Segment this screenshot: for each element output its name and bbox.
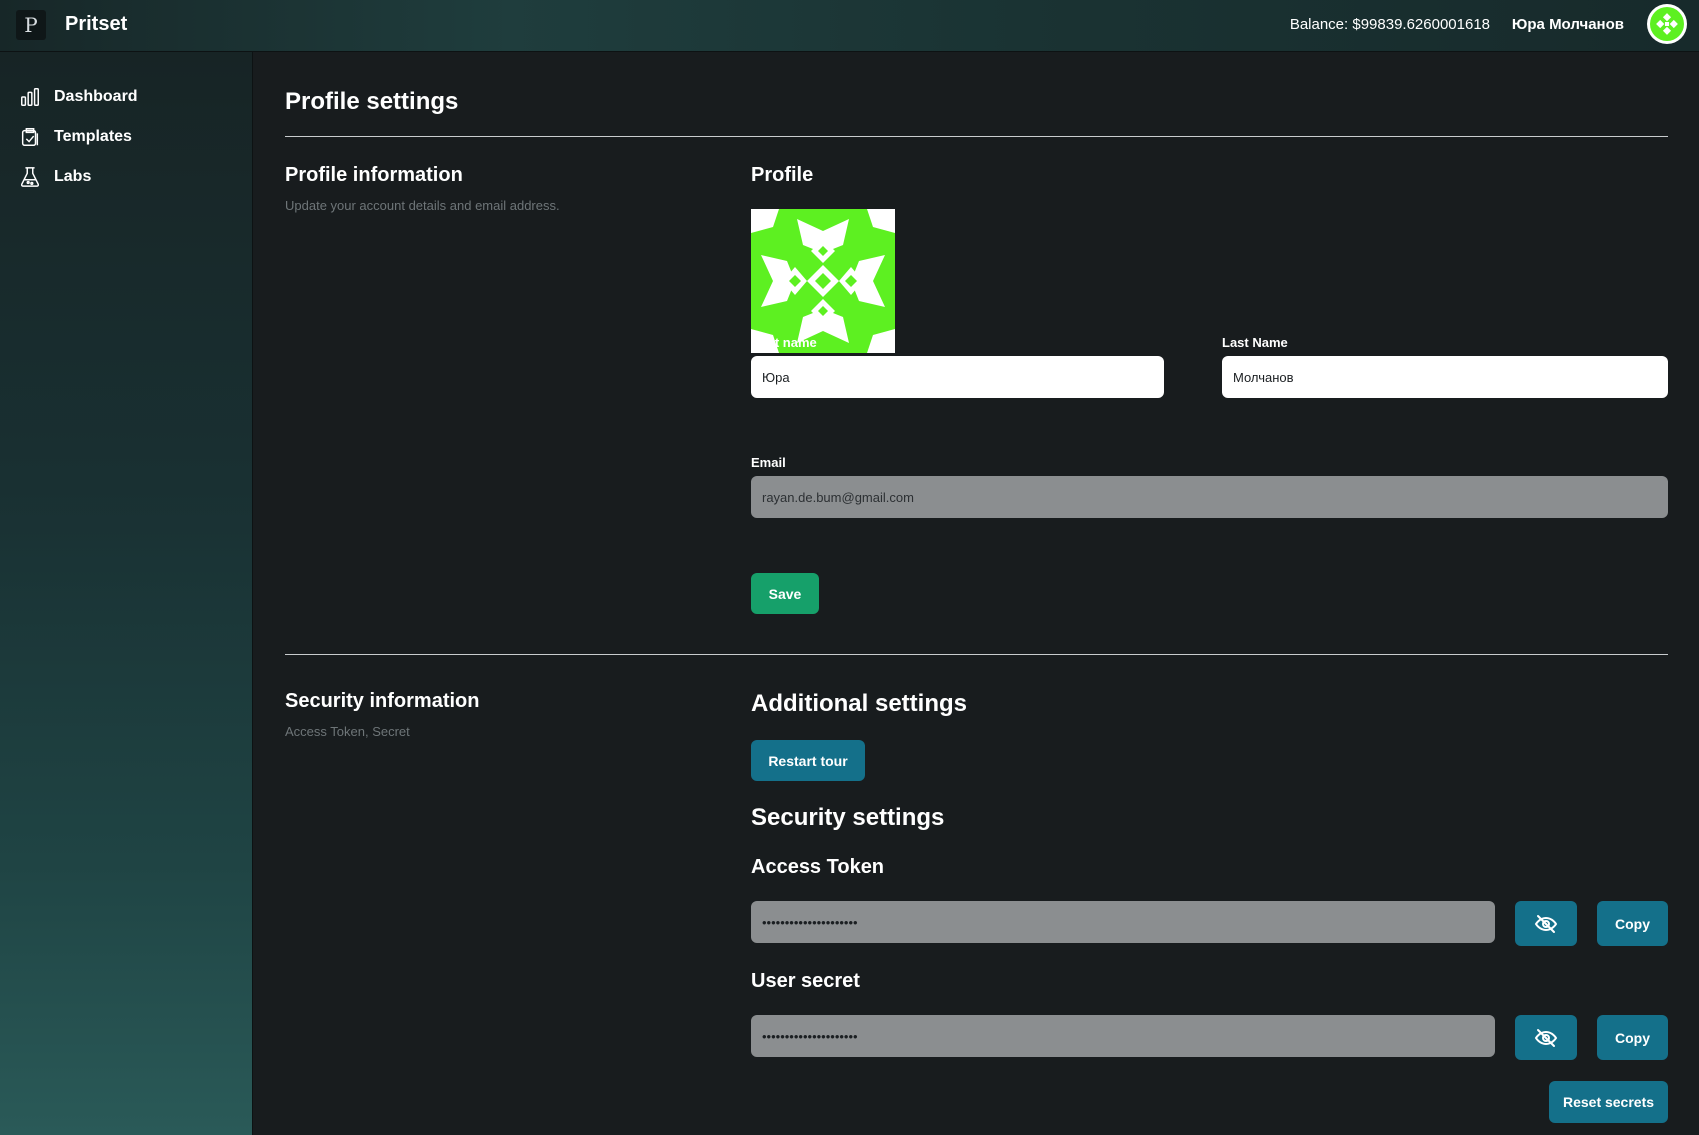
divider bbox=[285, 654, 1668, 655]
first-name-input[interactable] bbox=[751, 356, 1164, 398]
first-name-label: First name bbox=[751, 335, 817, 350]
main-content: Profile settings Profile information Upd… bbox=[253, 52, 1699, 1135]
security-section-subtitle: Access Token, Secret bbox=[285, 724, 410, 739]
sidebar-item-label: Labs bbox=[54, 168, 92, 185]
balance-display: Balance: $99839.6260001618 bbox=[1289, 16, 1490, 33]
additional-settings-heading: Additional settings bbox=[751, 690, 967, 717]
profile-heading: Profile bbox=[751, 164, 814, 186]
top-bar: P Pritset Balance: $99839.6260001618 Юра… bbox=[0, 0, 1699, 52]
divider bbox=[285, 136, 1668, 137]
access-token-heading: Access Token bbox=[751, 856, 885, 878]
sidebar: Dashboard Templates Labs bbox=[0, 52, 253, 1135]
profile-section-title: Profile information bbox=[285, 164, 463, 186]
restart-tour-button[interactable]: Restart tour bbox=[751, 740, 865, 781]
copy-access-token-button[interactable]: Copy bbox=[1597, 901, 1668, 946]
sidebar-item-labs[interactable]: Labs bbox=[18, 163, 238, 191]
user-secret-field[interactable]: ••••••••••••••••••••• bbox=[751, 1015, 1495, 1057]
app-name[interactable]: Pritset bbox=[65, 13, 127, 36]
sidebar-item-label: Dashboard bbox=[54, 88, 138, 105]
avatar-icon[interactable] bbox=[1647, 4, 1687, 44]
app-logo[interactable]: P bbox=[16, 10, 46, 40]
security-section-title: Security information bbox=[285, 690, 480, 712]
access-token-field[interactable]: ••••••••••••••••••••• bbox=[751, 901, 1495, 943]
profile-section-subtitle: Update your account details and email ad… bbox=[285, 198, 560, 213]
sidebar-item-dashboard[interactable]: Dashboard bbox=[18, 83, 238, 111]
sidebar-item-templates[interactable]: Templates bbox=[18, 123, 238, 151]
toggle-access-token-visibility-button[interactable] bbox=[1515, 901, 1577, 946]
reset-secrets-button[interactable]: Reset secrets bbox=[1549, 1081, 1668, 1123]
flask-icon bbox=[18, 165, 42, 189]
profile-picture[interactable] bbox=[751, 209, 895, 353]
user-name[interactable]: Юра Молчанов bbox=[1512, 16, 1624, 33]
save-button[interactable]: Save bbox=[751, 573, 819, 614]
toggle-user-secret-visibility-button[interactable] bbox=[1515, 1015, 1577, 1060]
user-secret-heading: User secret bbox=[751, 970, 860, 992]
bar-chart-icon bbox=[18, 85, 42, 109]
sidebar-item-label: Templates bbox=[54, 128, 132, 145]
last-name-input[interactable] bbox=[1222, 356, 1668, 398]
eye-off-icon bbox=[1534, 1026, 1558, 1050]
last-name-label: Last Name bbox=[1222, 335, 1288, 350]
security-settings-heading: Security settings bbox=[751, 804, 945, 831]
eye-off-icon bbox=[1534, 912, 1558, 936]
page-title: Profile settings bbox=[285, 88, 459, 115]
email-field bbox=[751, 476, 1668, 518]
copy-user-secret-button[interactable]: Copy bbox=[1597, 1015, 1668, 1060]
email-label: Email bbox=[751, 455, 786, 470]
clipboard-check-icon bbox=[18, 125, 42, 149]
